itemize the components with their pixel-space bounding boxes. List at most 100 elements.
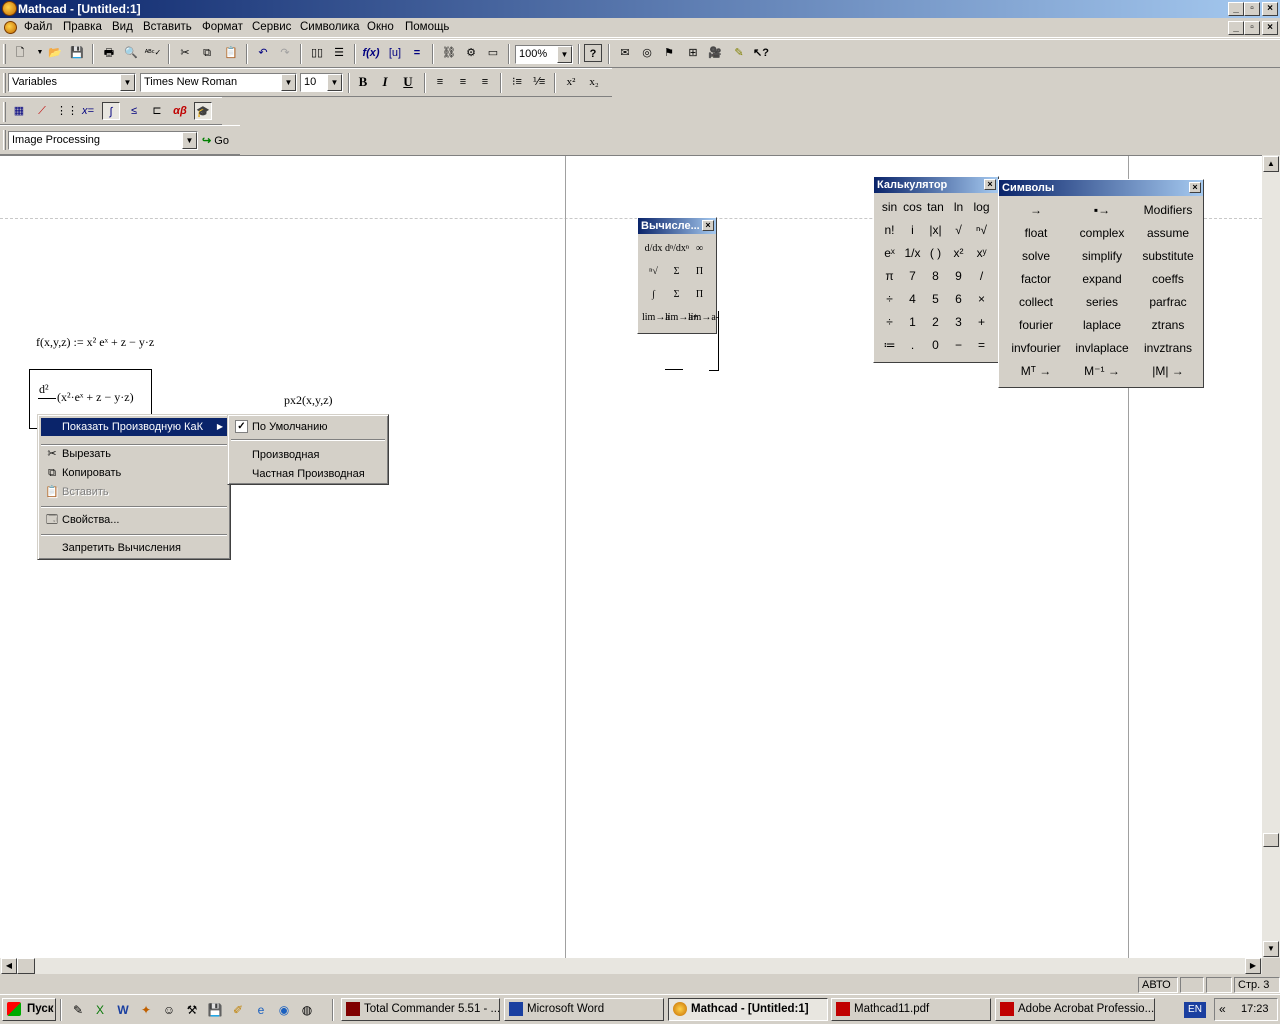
boolean-toolbar-icon[interactable]: ≤ [125,102,143,120]
calculus-toolbar-icon[interactable]: ∫ [102,102,120,120]
symbolic-keyword-button[interactable]: invlaplace [1069,337,1135,360]
doc-restore-button[interactable]: ▫ [1244,21,1260,35]
horizontal-scrollbar[interactable]: ◀ ▶ [0,958,1262,974]
insert-component-icon[interactable]: ⚙ [462,44,480,62]
symbolic-keyword-button[interactable]: laplace [1069,314,1135,337]
calculator-key-button[interactable]: log [970,196,993,219]
px2-expression[interactable]: px2(x,y,z) [284,393,333,408]
document-icon[interactable] [4,21,17,34]
symbolic-keyword-button[interactable]: complex [1069,222,1135,245]
underline-button[interactable]: U [399,73,417,91]
symbolic-keyword-button[interactable]: collect [1003,291,1069,314]
calculus-operator-button[interactable]: d/dx [642,238,665,260]
network-icon[interactable]: ⊞ [684,44,702,62]
cut-item[interactable]: ✂ Вырезать [41,445,227,463]
menu-edit[interactable]: Правка [63,21,102,33]
close-icon[interactable]: × [984,179,996,190]
calculator-key-button[interactable]: sin [878,196,901,219]
default-item[interactable]: ✓ По Умолчанию [231,418,385,436]
quicklaunch-mathcad-icon[interactable]: ✐ [230,1002,246,1018]
numbering-icon[interactable]: ⅟≡ [530,73,548,91]
calculator-key-button[interactable]: ÷ [878,288,901,311]
quicklaunch-outlook-icon[interactable]: ◉ [276,1002,292,1018]
partial-derivative-item[interactable]: Частная Производная [231,465,385,483]
calculator-key-button[interactable]: 2 [924,311,947,334]
task-pdf[interactable]: Mathcad11.pdf [831,998,991,1021]
menu-tools[interactable]: Сервис [252,21,291,33]
resource-center-icon[interactable]: ✉ [616,44,634,62]
calculator-key-button[interactable]: tan [924,196,947,219]
spell-check-icon[interactable]: ᴬᴮᶜ✓ [144,44,162,62]
chevron-down-icon[interactable]: ▼ [557,46,572,63]
quicklaunch-media-icon[interactable]: ◍ [299,1002,315,1018]
quicklaunch-word-icon[interactable]: W [115,1002,131,1018]
mathcad-app-icon[interactable] [2,1,17,16]
calculator-key-button[interactable]: cos [901,196,924,219]
quicklaunch-app-icon[interactable]: ✦ [138,1002,154,1018]
go-button[interactable]: ↪ Go [202,132,229,150]
symbolic-keyword-button[interactable]: invfourier [1003,337,1069,360]
quicklaunch-tool-icon[interactable]: ⚒ [184,1002,200,1018]
symbolic-keyword-button[interactable]: simplify [1069,245,1135,268]
calculus-operator-button[interactable]: lim→a- [688,307,719,329]
print-preview-icon[interactable]: 🔍 [122,44,140,62]
close-button[interactable]: × [1262,2,1278,16]
calculator-key-button[interactable]: 8 [924,265,947,288]
disable-evaluation-item[interactable]: Запретить Вычисления [41,539,227,557]
calculator-key-button[interactable]: − [947,334,970,357]
scroll-thumb[interactable] [1263,833,1279,847]
tray-expand-icon[interactable]: « [1219,1002,1226,1016]
calculus-operator-button[interactable]: ∫ [642,284,665,306]
symbolic-keyword-button[interactable]: coeffs [1135,268,1201,291]
calculator-key-button[interactable]: √ [947,219,970,242]
calculator-key-button[interactable]: xʸ [970,242,993,265]
graph-toolbar-icon[interactable]: ⟋ [33,102,51,120]
paste-icon[interactable]: 📋 [222,44,240,62]
close-icon[interactable]: × [1189,182,1201,193]
calculator-key-button[interactable]: ÷ [878,311,901,334]
menu-window[interactable]: Окно [367,21,394,33]
calculator-key-button[interactable]: ⁿ√ [970,219,993,242]
symbolic-keyword-button[interactable]: invztrans [1135,337,1201,360]
scroll-up-icon[interactable]: ▲ [1263,156,1279,172]
calculus-operator-button[interactable]: ⁿ√ [642,261,665,283]
chevron-down-icon[interactable]: ▼ [281,74,296,91]
task-mathcad[interactable]: Mathcad - [Untitled:1] [668,998,828,1021]
calculus-operator-button[interactable]: Σ [665,284,688,306]
calculator-key-button[interactable]: eˣ [878,242,901,265]
calculus-operator-button[interactable]: lim→a [642,307,670,329]
collaboratory-icon[interactable]: ⚑ [660,44,678,62]
matrix-toolbar-icon[interactable]: ⋮⋮ [56,102,78,120]
symbolic-keyword-button[interactable]: substitute [1135,245,1201,268]
calculator-key-button[interactable]: + [970,311,993,334]
symbolic-keyword-button[interactable]: parfrac [1135,291,1201,314]
menu-file[interactable]: Файл [24,21,52,33]
programming-toolbar-icon[interactable]: ⊏ [148,102,166,120]
calculator-key-button[interactable]: = [970,334,993,357]
calculus-operator-button[interactable]: dⁿ/dxⁿ [665,238,689,260]
start-button[interactable]: Пуск [2,998,56,1021]
greek-toolbar-icon[interactable]: αβ [171,102,189,120]
help-icon[interactable]: ? [584,44,602,62]
calculator-key-button[interactable]: 9 [947,265,970,288]
menu-view[interactable]: Вид [112,21,133,33]
web-icon[interactable]: ◎ [638,44,656,62]
whats-this-icon[interactable]: ↖? [752,44,770,62]
quicklaunch-excel-icon[interactable]: X [92,1002,108,1018]
copy-icon[interactable]: ⧉ [198,44,216,62]
calculus-operator-button[interactable]: lim→a+ [665,307,698,329]
calculator-key-button[interactable]: . [901,334,924,357]
run-script-icon[interactable]: ▭ [484,44,502,62]
calculator-key-button[interactable]: 1/x [901,242,924,265]
chevron-down-icon[interactable]: ▼ [327,74,342,91]
calculator-key-button[interactable]: / [970,265,993,288]
copy-item[interactable]: ⧉ Копировать [41,464,227,482]
quicklaunch-person-icon[interactable]: ☺ [161,1002,177,1018]
calculate-icon[interactable]: = [408,44,426,62]
bullets-icon[interactable]: ⁝≡ [508,73,526,91]
calculator-key-button[interactable]: 3 [947,311,970,334]
task-acrobat[interactable]: Adobe Acrobat Professio... [995,998,1155,1021]
tutorial-icon[interactable]: ✎ [730,44,748,62]
symbolic-keyword-button[interactable]: expand [1069,268,1135,291]
paste-item[interactable]: 📋 Вставить [41,483,227,501]
